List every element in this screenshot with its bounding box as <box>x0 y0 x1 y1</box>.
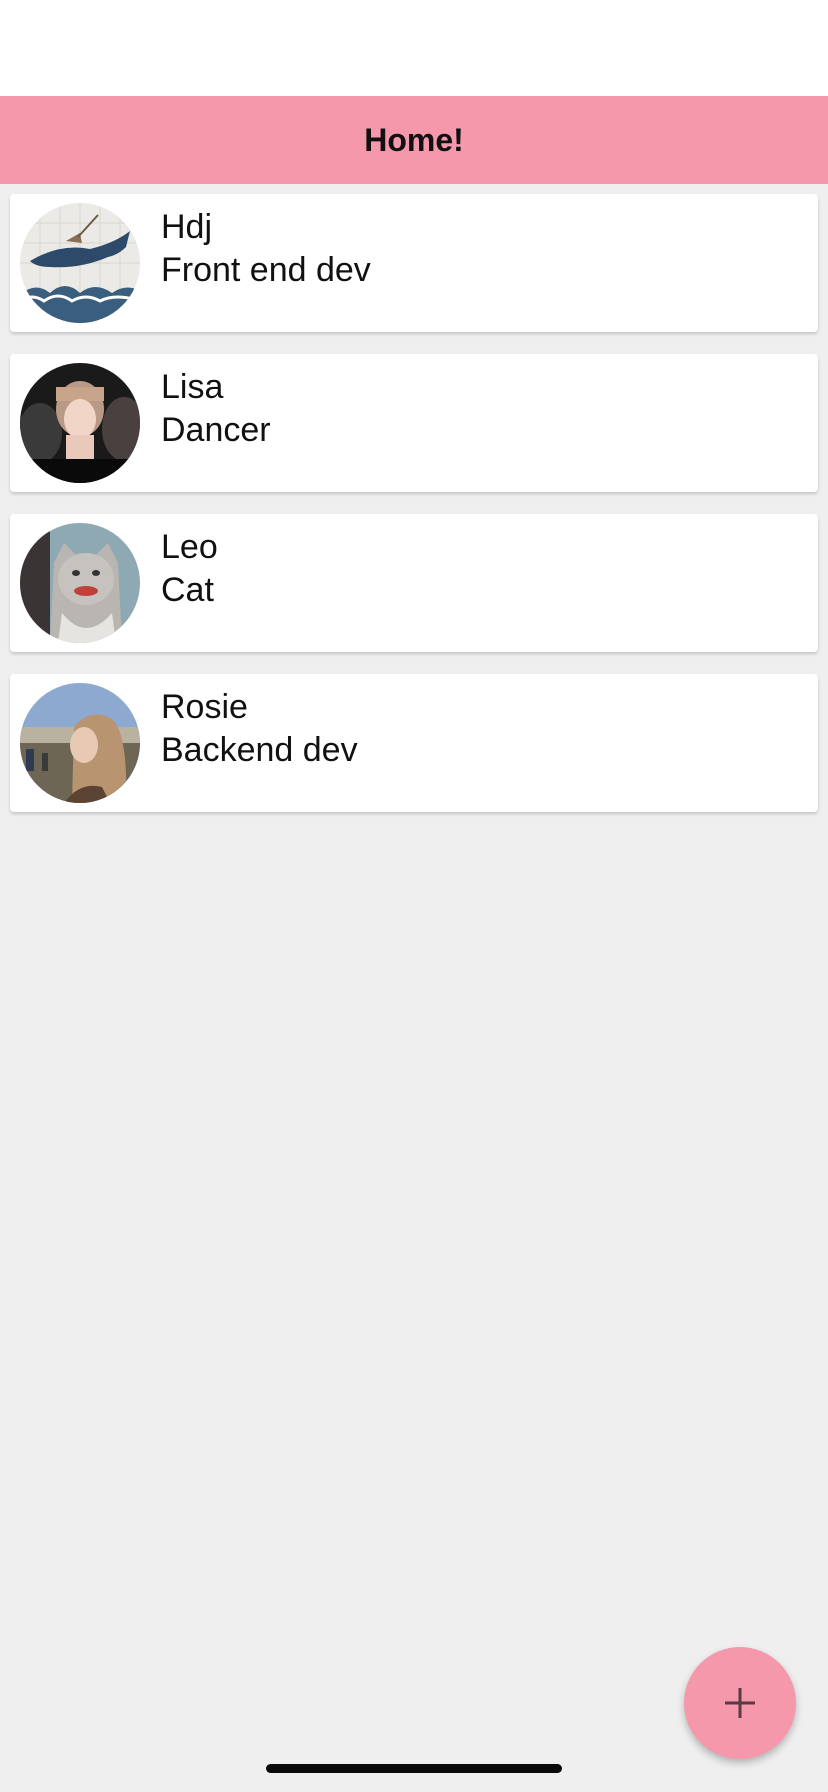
person-avatar-icon <box>20 683 140 803</box>
cat-avatar-icon <box>20 523 140 643</box>
contact-role: Backend dev <box>161 731 358 769</box>
whale-avatar-icon <box>20 203 140 323</box>
contact-name: Lisa <box>161 368 224 406</box>
contact-list: Hdj Front end dev Lisa Dancer Leo Cat Ro… <box>10 194 818 834</box>
add-contact-button[interactable] <box>684 1647 796 1759</box>
home-indicator[interactable] <box>266 1764 562 1773</box>
app-header: Home! <box>0 96 828 184</box>
avatar <box>20 203 140 323</box>
avatar <box>20 363 140 483</box>
contact-card-leo[interactable]: Leo Cat <box>10 514 818 652</box>
person-avatar-icon <box>20 363 140 483</box>
contact-card-lisa[interactable]: Lisa Dancer <box>10 354 818 492</box>
avatar <box>20 523 140 643</box>
status-bar-area <box>0 0 828 96</box>
contact-card-hdj[interactable]: Hdj Front end dev <box>10 194 818 332</box>
contact-role: Front end dev <box>161 251 371 289</box>
contact-role: Dancer <box>161 411 271 449</box>
contact-role: Cat <box>161 571 214 609</box>
contact-name: Leo <box>161 528 218 566</box>
plus-icon <box>725 1688 755 1718</box>
contact-name: Hdj <box>161 208 213 246</box>
avatar <box>20 683 140 803</box>
contact-card-rosie[interactable]: Rosie Backend dev <box>10 674 818 812</box>
contact-name: Rosie <box>161 688 248 726</box>
page-title: Home! <box>364 121 464 158</box>
